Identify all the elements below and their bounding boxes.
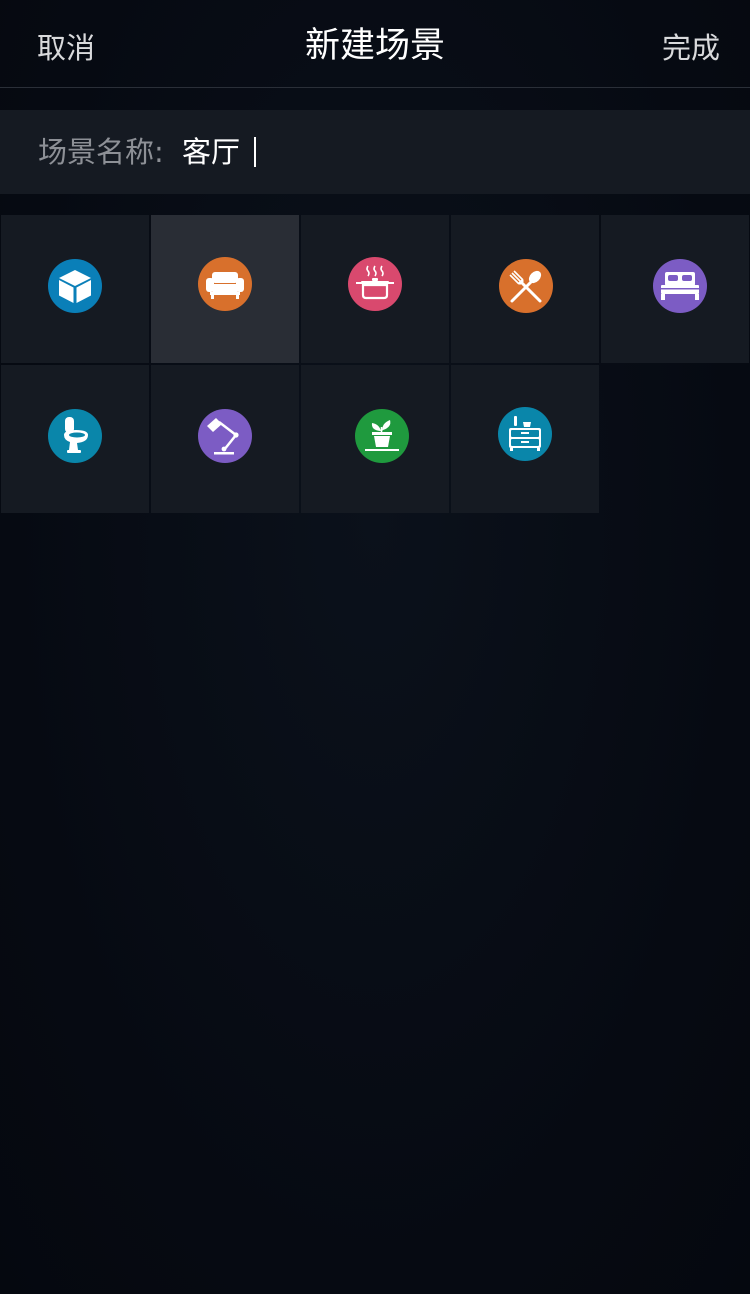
text-caret xyxy=(254,137,257,167)
page-title: 新建场景 xyxy=(304,26,445,66)
desk-lamp-icon xyxy=(198,409,252,463)
scene-icon-cell-study[interactable] xyxy=(151,365,299,513)
sofa-icon xyxy=(198,257,252,311)
done-button[interactable]: 完成 xyxy=(662,28,720,68)
navigation-bar: 取消 新建场景 完成 xyxy=(0,0,750,88)
new-scene-screen: 取消 新建场景 完成 场景名称: 客厅 xyxy=(0,0,750,1294)
scene-icon-cell-storage[interactable] xyxy=(451,365,599,513)
scene-icon-cell-kitchen[interactable] xyxy=(301,215,449,363)
toilet-icon xyxy=(48,409,102,463)
scene-icon-cell-sofa[interactable] xyxy=(151,215,299,363)
scene-icon-cell-bedroom[interactable] xyxy=(601,215,749,363)
scene-icon-cell-bathroom[interactable] xyxy=(1,365,149,513)
scene-icon-cell-dining[interactable] xyxy=(451,215,599,363)
scene-name-label: 场景名称: xyxy=(38,135,164,169)
bed-icon xyxy=(653,259,707,313)
scene-name-input[interactable]: 客厅 xyxy=(182,130,702,174)
fork-spoon-icon xyxy=(499,259,553,313)
scene-icon-cell-box[interactable] xyxy=(1,215,149,363)
scene-icon-cell-balcony[interactable] xyxy=(301,365,449,513)
scene-name-row: 场景名称: 客厅 xyxy=(0,110,750,194)
scene-name-value: 客厅 xyxy=(182,135,241,169)
box-icon xyxy=(48,259,102,313)
cooking-pot-icon xyxy=(348,257,402,311)
potted-plant-icon xyxy=(355,409,409,463)
nightstand-icon xyxy=(498,407,552,461)
